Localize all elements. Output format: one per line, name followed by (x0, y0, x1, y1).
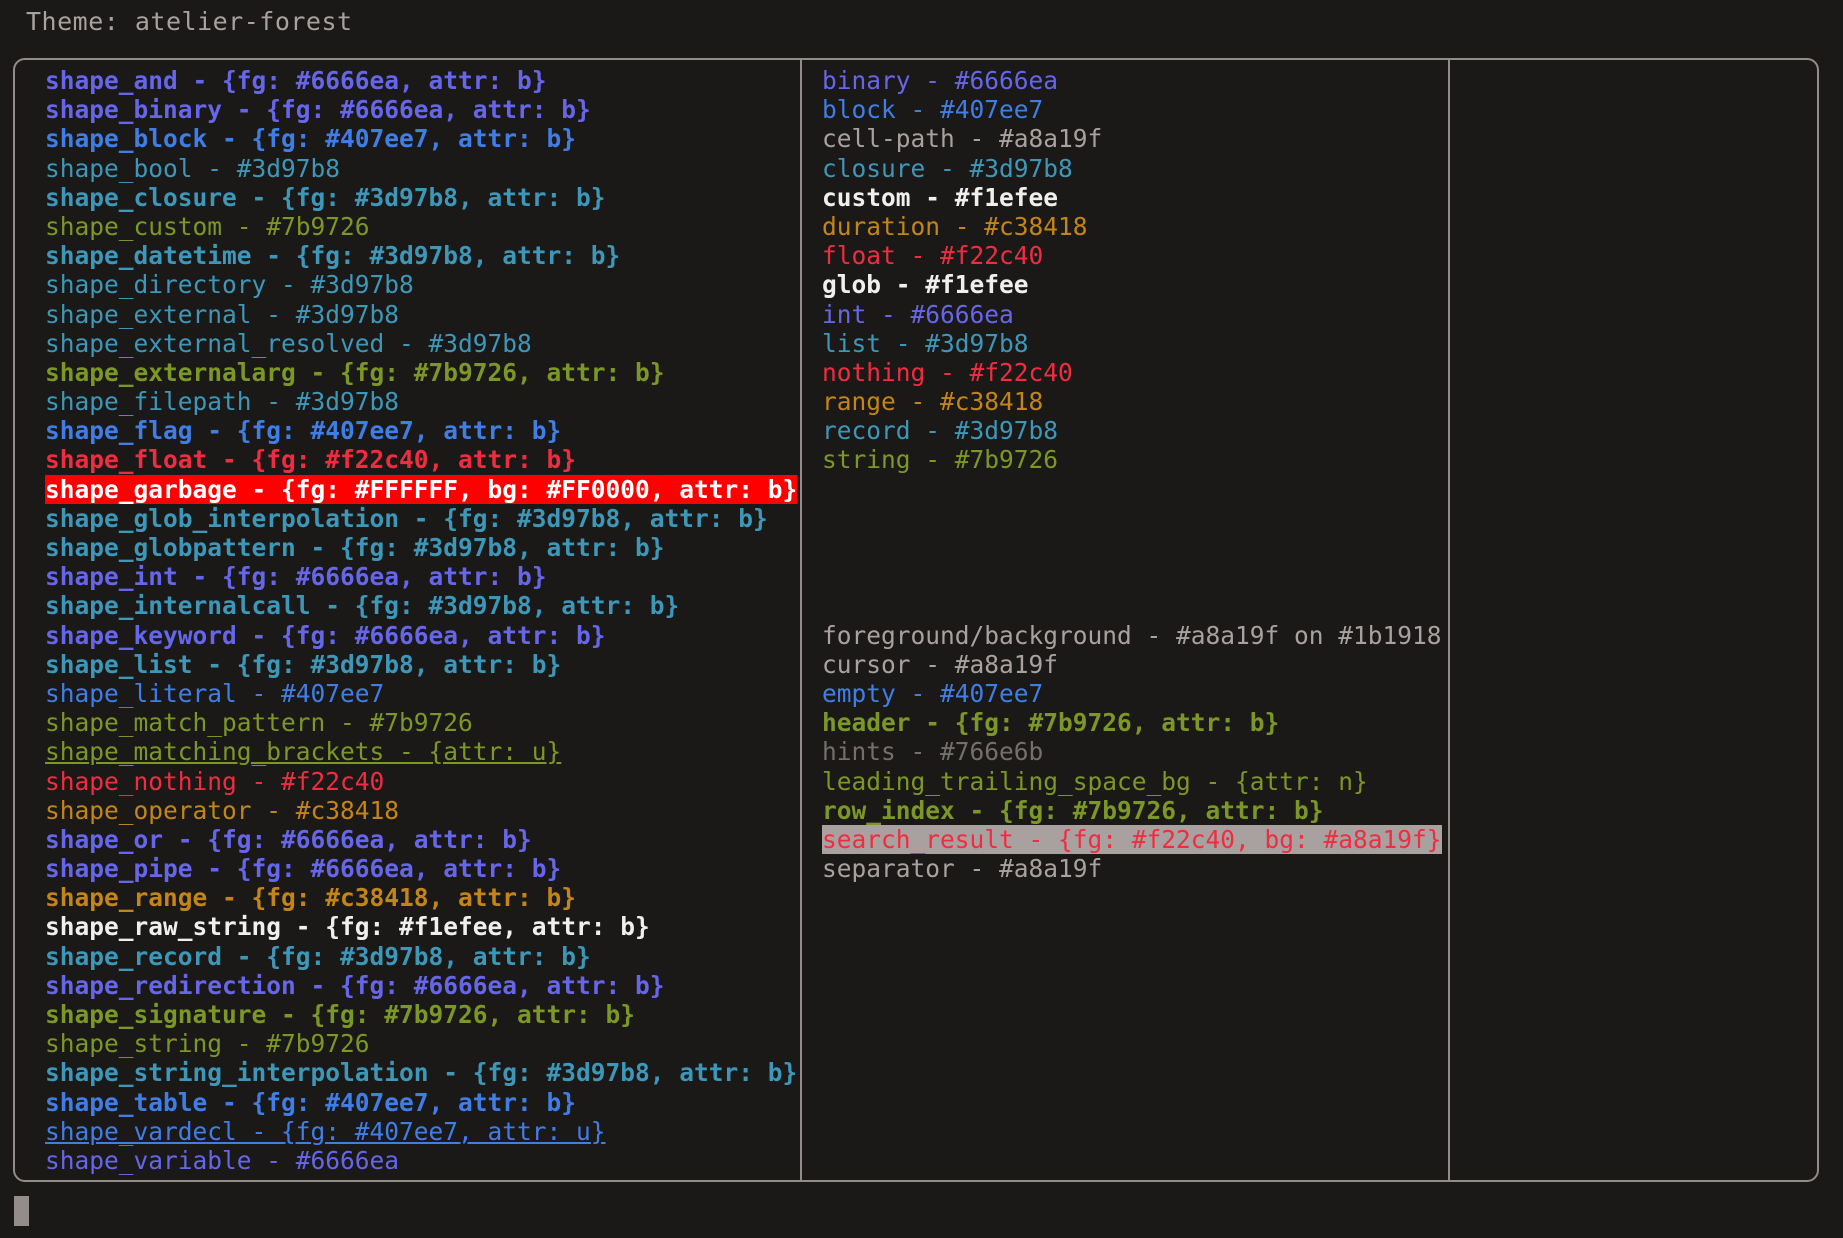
theme-entry-row: shape_externalarg - {fg: #7b9726, attr: … (45, 357, 665, 387)
page-title: Theme: atelier-forest (26, 7, 353, 36)
terminal-screen: Theme: atelier-forest shape_and - {fg: #… (0, 0, 1843, 1238)
theme-entry-row: duration - #c38418 (822, 211, 1088, 241)
theme-entry-row: search_result - {fg: #f22c40, bg: #a8a19… (802, 824, 1448, 854)
theme-entry-row: float - #f22c40 (822, 241, 1044, 271)
column-divider-2 (1448, 60, 1450, 1180)
theme-entry-row: shape_signature - {fg: #7b9726, attr: b} (45, 1000, 636, 1029)
theme-entry-row: shape_or - {fg: #6666ea, attr: b} (45, 824, 532, 854)
theme-entry-row: record - #3d97b8 (822, 416, 1059, 446)
theme-entry-row: shape_record - {fg: #3d97b8, attr: b} (45, 941, 591, 971)
theme-entry-row: shape_int - {fg: #6666ea, attr: b} (45, 562, 547, 592)
theme-preview-panel: shape_and - {fg: #6666ea, attr: b} shape_… (13, 58, 1819, 1182)
theme-entry-row: shape_string_interpolation - {fg: #3d97b… (45, 1058, 798, 1088)
theme-entry-row: shape_and - {fg: #6666ea, attr: b} (45, 66, 547, 95)
theme-entry-row: shape_string - #7b9726 (45, 1029, 370, 1059)
theme-entry-row: shape_literal - #407ee7 (45, 678, 385, 708)
shapes-column: shape_and - {fg: #6666ea, attr: b} shape_… (15, 60, 800, 1175)
theme-entry-row: leading_trailing_space_bg - {attr: n} (822, 766, 1368, 796)
theme-entry-row: shape_custom - #7b9726 (45, 211, 370, 241)
shapes-list: shape_and - {fg: #6666ea, attr: b} shape_… (15, 60, 800, 1175)
theme-entry-row: range - #c38418 (822, 387, 1044, 417)
theme-entry-row: shape_float - {fg: #f22c40, attr: b} (45, 445, 577, 475)
theme-entry-row: shape_internalcall - {fg: #3d97b8, attr:… (45, 591, 680, 621)
theme-entry-row: shape_garbage - {fg: #FFFFFF, bg: #FF000… (15, 474, 800, 504)
theme-entry-row: shape_pipe - {fg: #6666ea, attr: b} (45, 854, 562, 884)
theme-entry-row: list - #3d97b8 (822, 328, 1029, 358)
theme-entry-row: shape_external_resolved - #3d97b8 (45, 328, 532, 358)
theme-entry-row: shape_binary - {fg: #6666ea, attr: b} (45, 95, 591, 125)
row-spacer (802, 562, 1448, 591)
theme-entry-row: shape_matching_brackets - {attr: u} (45, 737, 562, 767)
theme-entry-row: binary - #6666ea (822, 66, 1059, 95)
theme-entry-row: hints - #766e6b (822, 737, 1044, 767)
theme-entry-row: shape_match_pattern - #7b9726 (45, 708, 473, 738)
theme-entry-row: shape_external - #3d97b8 (45, 299, 400, 329)
theme-entry-row: shape_raw_string - {fg: #f1efee, attr: b… (45, 912, 650, 942)
row-spacer (802, 533, 1448, 562)
theme-entry-row: closure - #3d97b8 (822, 153, 1073, 183)
theme-entry-row: shape_closure - {fg: #3d97b8, attr: b} (45, 182, 606, 212)
row-spacer (802, 475, 1448, 504)
theme-entry-row: block - #407ee7 (822, 95, 1044, 125)
highlighted-text: shape_garbage - {fg: #FFFFFF, bg: #FF000… (45, 474, 798, 504)
theme-entry-row: shape_glob_interpolation - {fg: #3d97b8,… (45, 503, 768, 533)
theme-entry-row: shape_range - {fg: #c38418, attr: b} (45, 883, 577, 913)
theme-entry-row: foreground/background - #a8a19f on #1b19… (822, 620, 1442, 650)
theme-entry-row: separator - #a8a19f (822, 854, 1103, 884)
row-spacer (802, 504, 1448, 533)
types-list: binary - #6666ea block - #407ee7 cell-path… (802, 60, 1448, 883)
theme-entry-row: shape_vardecl - {fg: #407ee7, attr: u} (45, 1116, 606, 1146)
highlighted-text: search_result - {fg: #f22c40, bg: #a8a19… (822, 824, 1442, 854)
theme-entry-row: glob - #f1efee (822, 270, 1029, 300)
theme-entry-row: shape_filepath - #3d97b8 (45, 387, 400, 417)
theme-entry-row: row_index - {fg: #7b9726, attr: b} (822, 795, 1324, 825)
theme-entry-row: nothing - #f22c40 (822, 357, 1073, 387)
theme-entry-row: shape_operator - #c38418 (45, 795, 400, 825)
theme-entry-row: int - #6666ea (822, 299, 1014, 329)
theme-entry-row: string - #7b9726 (822, 445, 1059, 475)
types-column: binary - #6666ea block - #407ee7 cell-path… (802, 60, 1448, 883)
theme-entry-row: empty - #407ee7 (822, 678, 1044, 708)
theme-entry-row: shape_list - {fg: #3d97b8, attr: b} (45, 649, 562, 679)
theme-entry-row: shape_keyword - {fg: #6666ea, attr: b} (45, 620, 606, 650)
theme-entry-row: shape_variable - #6666ea (45, 1145, 400, 1175)
theme-entry-row: shape_directory - #3d97b8 (45, 270, 414, 300)
theme-entry-row: cursor - #a8a19f (822, 649, 1059, 679)
theme-entry-row: header - {fg: #7b9726, attr: b} (822, 708, 1280, 738)
theme-entry-row: shape_flag - {fg: #407ee7, attr: b} (45, 416, 562, 446)
theme-entry-row: custom - #f1efee (822, 182, 1059, 212)
row-spacer (802, 591, 1448, 620)
theme-entry-row: shape_datetime - {fg: #3d97b8, attr: b} (45, 241, 621, 271)
theme-entry-row: shape_block - {fg: #407ee7, attr: b} (45, 124, 577, 154)
theme-entry-row: shape_table - {fg: #407ee7, attr: b} (45, 1087, 577, 1117)
theme-entry-row: shape_globpattern - {fg: #3d97b8, attr: … (45, 533, 665, 562)
terminal-cursor (14, 1196, 29, 1226)
theme-entry-row: shape_bool - #3d97b8 (45, 153, 341, 183)
theme-entry-row: shape_nothing - #f22c40 (45, 766, 385, 796)
theme-entry-row: cell-path - #a8a19f (822, 124, 1103, 154)
theme-entry-row: shape_redirection - {fg: #6666ea, attr: … (45, 970, 665, 1000)
